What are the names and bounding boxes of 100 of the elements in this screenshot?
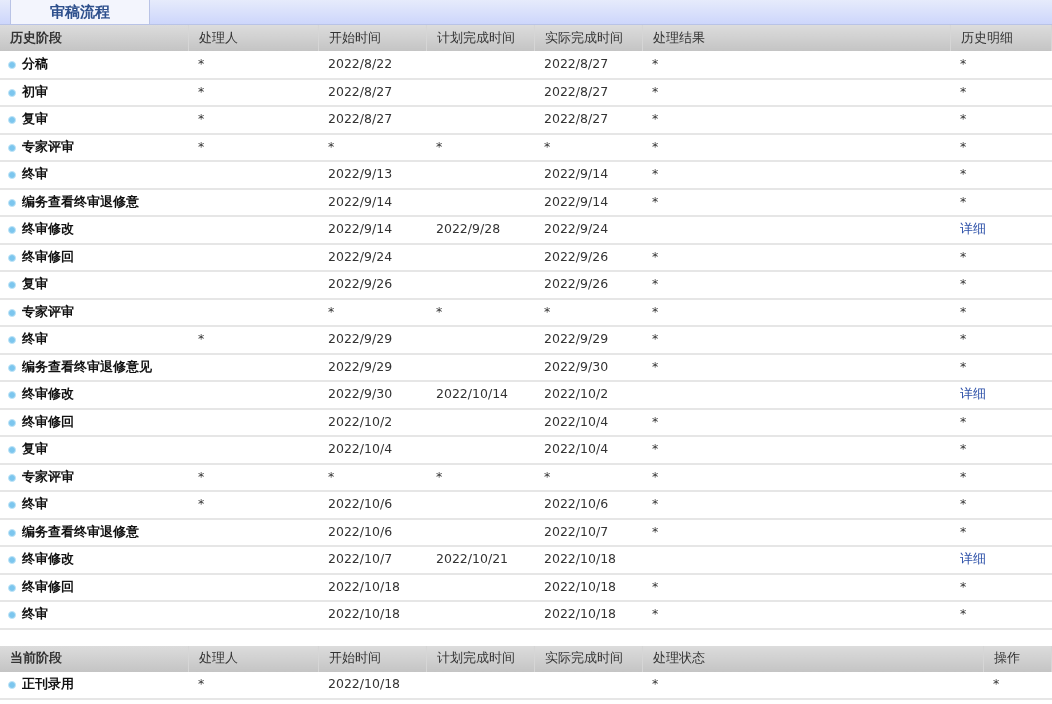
bullet-icon	[8, 363, 16, 372]
start-date: 2022/10/6	[328, 523, 393, 539]
detail-text: *	[993, 676, 1000, 692]
handler-text: *	[198, 138, 205, 154]
planned-date: *	[436, 468, 443, 484]
result-text: *	[652, 578, 659, 594]
detail-text: *	[960, 496, 967, 512]
start-date: 2022/8/27	[328, 83, 393, 99]
result-text: *	[652, 331, 659, 347]
actual-date: *	[544, 468, 551, 484]
handler-text: *	[198, 55, 205, 71]
result-text: *	[652, 111, 659, 127]
result-text: *	[652, 83, 659, 99]
result-text: *	[652, 166, 659, 182]
start-date: 2022/9/29	[328, 331, 393, 347]
actual-date: 2022/9/24	[544, 221, 609, 237]
start-date: 2022/9/29	[328, 358, 393, 374]
bullet-icon	[8, 556, 16, 565]
handler-text: *	[198, 496, 205, 512]
start-date: *	[328, 303, 335, 319]
actual-date: 2022/10/7	[544, 523, 609, 539]
result-text: *	[652, 138, 659, 154]
bullet-icon	[8, 681, 16, 690]
bullet-icon	[8, 611, 16, 620]
actual-date: 2022/10/18	[544, 578, 617, 594]
bullet-icon	[8, 198, 16, 207]
planned-date: 2022/9/28	[436, 221, 501, 237]
stage-name: 终审修改	[22, 386, 74, 402]
column-header: 历史明细	[950, 25, 1052, 51]
actual-date: 2022/10/2	[544, 386, 609, 402]
start-date: 2022/10/6	[328, 496, 393, 512]
bullet-icon	[8, 308, 16, 317]
detail-link[interactable]: 详细	[960, 551, 986, 567]
stage-name: 专家评审	[22, 303, 74, 319]
bullet-icon	[8, 391, 16, 400]
detail-text: *	[960, 413, 967, 429]
planned-date: *	[436, 138, 443, 154]
stage-name: 复审	[22, 111, 48, 127]
column-header: 开始时间	[318, 645, 426, 672]
detail-text: *	[960, 578, 967, 594]
handler-text: *	[198, 468, 205, 484]
actual-date: 2022/8/27	[544, 83, 609, 99]
detail-text: *	[960, 358, 967, 374]
start-date: 2022/9/14	[328, 193, 393, 209]
start-date: 2022/10/4	[328, 441, 393, 457]
stage-name: 终审修回	[22, 248, 74, 264]
planned-date: 2022/10/14	[436, 386, 509, 402]
column-header: 操作	[983, 645, 1052, 672]
column-header: 处理人	[188, 25, 318, 51]
detail-text: *	[960, 166, 967, 182]
stage-name: 编务查看终审退修意	[22, 523, 139, 539]
detail-text: *	[960, 303, 967, 319]
stage-name: 终审	[22, 166, 48, 182]
handler-text: *	[198, 111, 205, 127]
result-text: *	[652, 358, 659, 374]
result-text: *	[652, 303, 659, 319]
actual-date: 2022/10/18	[544, 551, 617, 567]
stage-name: 终审	[22, 606, 48, 622]
handler-text: *	[198, 83, 205, 99]
detail-text: *	[960, 468, 967, 484]
stage-name: 终审修改	[22, 551, 74, 567]
column-header: 开始时间	[318, 25, 426, 51]
stage-name: 终审	[22, 331, 48, 347]
stage-name: 终审修回	[22, 413, 74, 429]
detail-text: *	[960, 606, 967, 622]
bullet-icon	[8, 446, 16, 455]
stage-name: 编务查看终审退修意	[22, 193, 139, 209]
result-text: *	[652, 676, 659, 692]
detail-text: *	[960, 331, 967, 347]
detail-text: *	[960, 55, 967, 71]
actual-date: *	[544, 303, 551, 319]
column-header: 计划完成时间	[426, 645, 534, 672]
actual-date: 2022/9/14	[544, 166, 609, 182]
tab[interactable]: 审稿流程	[10, 0, 150, 24]
result-text: *	[652, 523, 659, 539]
start-date: *	[328, 468, 335, 484]
planned-date: *	[436, 303, 443, 319]
start-date: *	[328, 138, 335, 154]
detail-link[interactable]: 详细	[960, 386, 986, 402]
result-text: *	[652, 468, 659, 484]
actual-date: 2022/10/6	[544, 496, 609, 512]
detail-text: *	[960, 83, 967, 99]
actual-date: 2022/8/27	[544, 55, 609, 71]
start-date: 2022/9/14	[328, 221, 393, 237]
detail-text: *	[960, 276, 967, 292]
bullet-icon	[8, 528, 16, 537]
stage-name: 专家评审	[22, 138, 74, 154]
start-date: 2022/9/24	[328, 248, 393, 264]
bullet-icon	[8, 88, 16, 97]
start-date: 2022/9/30	[328, 386, 393, 402]
column-header: 实际完成时间	[534, 25, 642, 51]
bullet-icon	[8, 171, 16, 180]
stage-name: 正刊录用	[22, 676, 74, 692]
bullet-icon	[8, 336, 16, 345]
bullet-icon	[8, 418, 16, 427]
result-text: *	[652, 496, 659, 512]
stage-name: 终审修改	[22, 221, 74, 237]
detail-link[interactable]: 详细	[960, 221, 986, 237]
stage-name: 分稿	[22, 55, 48, 71]
start-date: 2022/10/18	[328, 606, 401, 622]
